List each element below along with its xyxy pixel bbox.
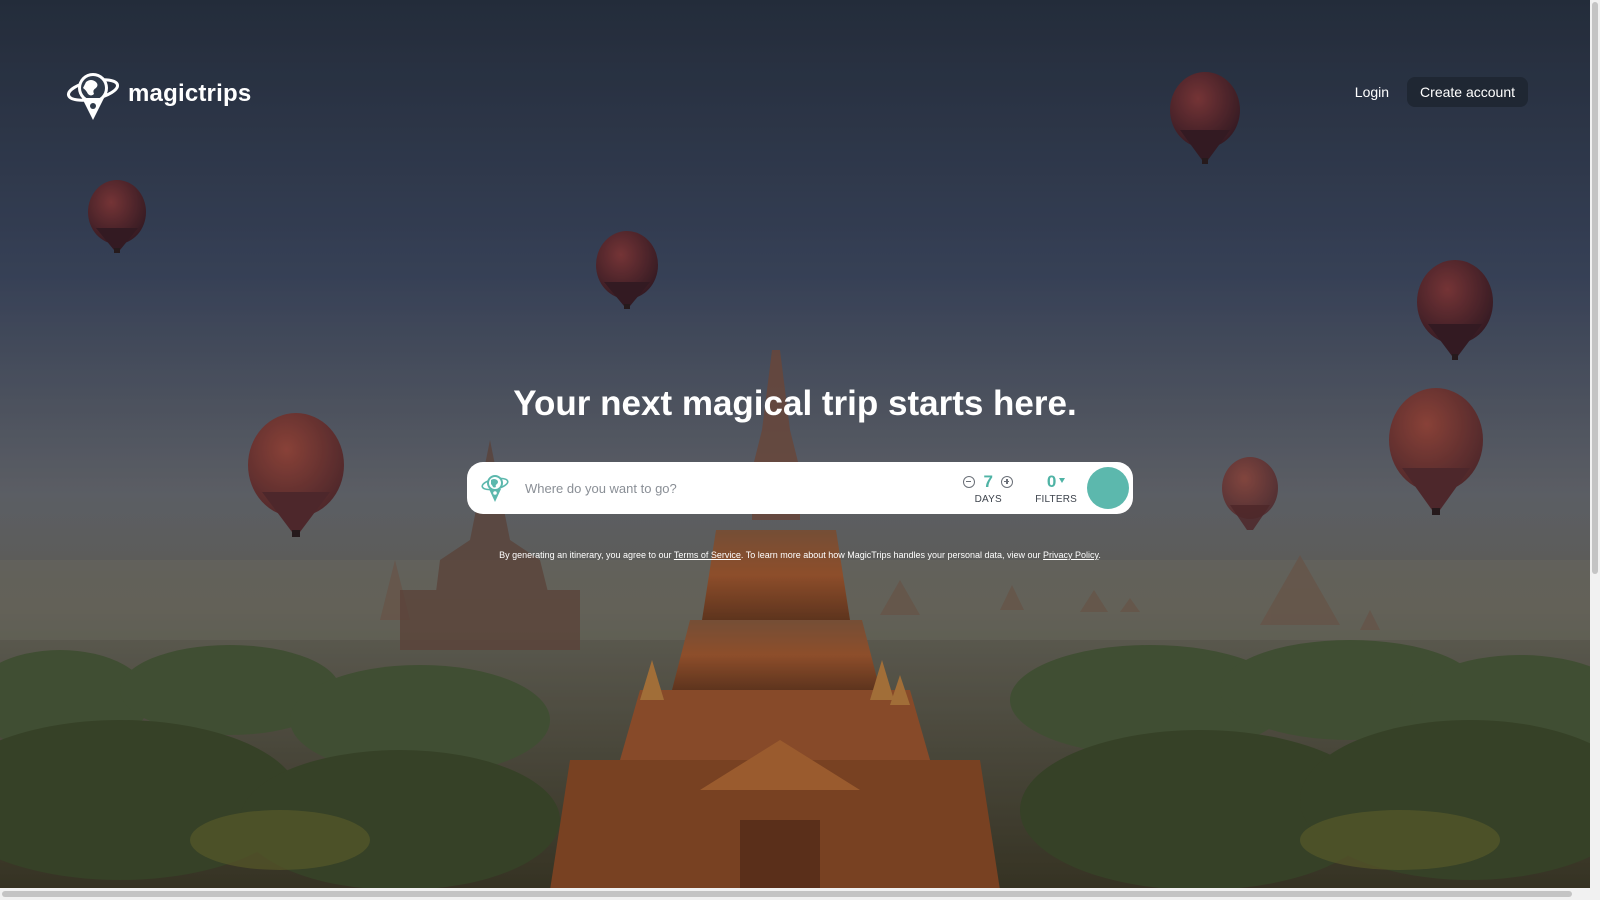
- scrollbar-corner: [1590, 888, 1600, 900]
- brand-logo[interactable]: magictrips: [66, 66, 251, 122]
- vertical-scrollbar[interactable]: [1590, 0, 1600, 888]
- map-pin-globe-icon: [481, 475, 509, 502]
- vertical-scrollbar-thumb[interactable]: [1592, 2, 1598, 574]
- filter-funnel-icon: [1059, 478, 1066, 483]
- days-label: DAYS: [974, 493, 1002, 505]
- generate-itinerary-button[interactable]: [1087, 467, 1129, 509]
- days-selector: 7 DAYS: [963, 471, 1014, 505]
- disclaimer-text-middle: . To learn more about how MagicTrips han…: [740, 550, 1044, 560]
- legal-disclaimer: By generating an itinerary, you agree to…: [0, 550, 1600, 560]
- days-value: 7: [983, 471, 993, 491]
- minus-circle-icon[interactable]: [963, 475, 976, 488]
- login-link[interactable]: Login: [1353, 78, 1391, 106]
- disclaimer-text-before: By generating an itinerary, you agree to…: [499, 550, 674, 560]
- globe-pin-logo-icon: [66, 73, 120, 120]
- destination-search-input[interactable]: [523, 479, 964, 497]
- brand-name: magictrips: [128, 80, 252, 107]
- plus-circle-icon[interactable]: [1001, 475, 1014, 488]
- terms-of-service-link[interactable]: Terms of Service: [674, 550, 741, 560]
- disclaimer-text-after: .: [1098, 550, 1101, 560]
- trip-search-bar: 7 DAYS 0 FILTERS: [467, 462, 1133, 514]
- horizontal-scrollbar-thumb[interactable]: [2, 891, 1572, 897]
- hero-title: Your next magical trip starts here.: [513, 384, 1077, 423]
- privacy-policy-link[interactable]: Privacy Policy: [1043, 550, 1098, 560]
- filters-count: 0: [1046, 471, 1057, 491]
- filters-button[interactable]: 0 FILTERS: [1035, 472, 1077, 505]
- horizontal-scrollbar[interactable]: [0, 888, 1590, 900]
- background-overlay: [0, 0, 1590, 888]
- create-account-button[interactable]: Create account: [1407, 77, 1528, 107]
- page: magictrips Login Create account Your nex…: [0, 0, 1600, 900]
- filters-label: FILTERS: [1035, 493, 1077, 505]
- header-nav: Login Create account: [1353, 77, 1528, 107]
